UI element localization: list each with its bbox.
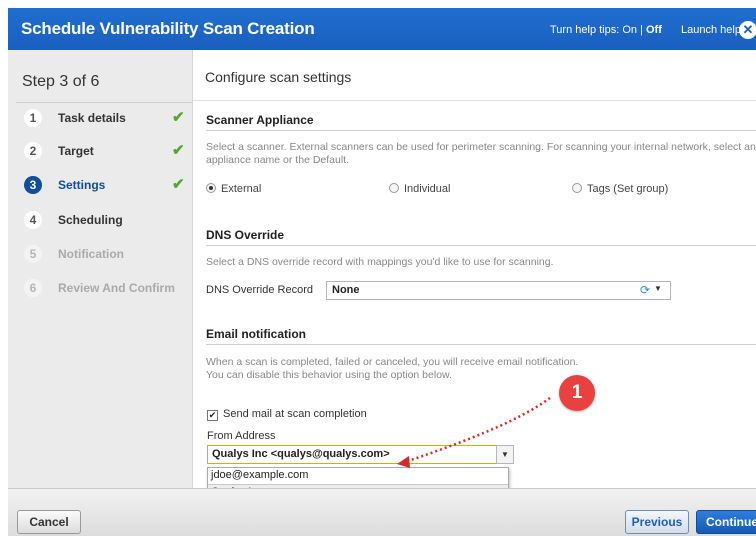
annotation-badge: 1 <box>559 375 595 411</box>
chevron-down-icon[interactable]: ▼ <box>496 445 514 464</box>
wizard-step-scheduling[interactable]: 4 Scheduling <box>8 211 192 245</box>
radio-label[interactable]: Individual <box>404 183 450 195</box>
dialog-footer: Cancel Previous Continue <box>8 488 756 536</box>
email-description-line1: When a scan is completed, failed or canc… <box>206 356 579 368</box>
wizard-step-settings[interactable]: 3 Settings ✔ <box>8 176 192 210</box>
email-notification-heading: Email notification <box>206 327 307 341</box>
help-tips-prefix[interactable]: Turn help tips: On | <box>550 24 646 36</box>
dropdown-option[interactable]: jdoe@example.com <box>208 468 508 483</box>
step-number: 4 <box>24 211 42 229</box>
send-mail-checkbox[interactable]: ✔ Send mail at scan completion <box>207 408 367 421</box>
radio-button[interactable] <box>206 183 216 193</box>
step-label: Review And Confirm <box>58 281 175 295</box>
launch-help-link[interactable]: Launch help <box>681 24 741 36</box>
from-address-select[interactable]: Qualys Inc <qualys@qualys.com> ▼ <box>207 445 514 464</box>
radio-label[interactable]: External <box>221 183 261 195</box>
step-number: 5 <box>24 245 42 263</box>
checkmark-icon: ✔ <box>172 142 185 159</box>
dialog-title: Schedule Vulnerability Scan Creation <box>21 19 315 38</box>
step-label[interactable]: Settings <box>58 178 105 192</box>
section-divider <box>206 344 756 345</box>
title-divider <box>193 100 756 101</box>
help-tips-toggle[interactable]: Turn help tips: On | Off <box>550 24 662 36</box>
close-icon[interactable]: ✕ <box>739 21 756 39</box>
section-divider <box>206 130 756 131</box>
refresh-icon[interactable]: ⟳ <box>640 283 650 297</box>
step-header: Step 3 of 6 <box>22 73 100 90</box>
step-label[interactable]: Scheduling <box>58 213 123 227</box>
page-title: Configure scan settings <box>205 69 352 85</box>
email-description-line2: You can disable this behavior using the … <box>206 369 452 381</box>
section-divider <box>206 245 756 246</box>
radio-individual[interactable]: Individual <box>389 183 450 195</box>
radio-tags-set-group[interactable]: Tags (Set group) <box>572 183 668 195</box>
step-number: 6 <box>24 279 42 297</box>
title-bar: Schedule Vulnerability Scan Creation Tur… <box>8 8 756 50</box>
checkmark-icon: ✔ <box>172 176 185 193</box>
wizard-step-task-details[interactable]: 1 Task details ✔ <box>8 109 192 143</box>
wizard-sidebar: Step 3 of 6 1 Task details ✔ 2 Target ✔ … <box>8 50 193 488</box>
wizard-step-review-and-confirm: 6 Review And Confirm <box>8 279 192 313</box>
radio-button[interactable] <box>389 183 399 193</box>
main-content: Configure scan settings Scanner Applianc… <box>193 50 756 488</box>
from-address-label: From Address <box>207 430 276 442</box>
step-number: 3 <box>24 176 42 194</box>
chevron-down-icon[interactable]: ▼ <box>654 284 664 296</box>
dns-override-heading: DNS Override <box>206 228 285 242</box>
from-selected-value: Qualys Inc <qualys@qualys.com> <box>212 448 390 460</box>
scanner-description: Select a scanner. External scanners can … <box>206 141 756 166</box>
step-divider <box>16 102 192 103</box>
checkbox-label[interactable]: Send mail at scan completion <box>223 408 367 420</box>
step-number: 1 <box>24 109 42 127</box>
wizard-step-target[interactable]: 2 Target ✔ <box>8 142 192 176</box>
checkmark-icon: ✔ <box>172 109 185 126</box>
wizard-step-notification: 5 Notification <box>8 245 192 279</box>
radio-external[interactable]: External <box>206 183 261 195</box>
dns-override-record-label: DNS Override Record <box>206 284 313 296</box>
radio-label[interactable]: Tags (Set group) <box>587 183 668 195</box>
dialog-window: Schedule Vulnerability Scan Creation Tur… <box>0 0 756 536</box>
checkbox-box[interactable]: ✔ <box>207 410 218 421</box>
step-label: Notification <box>58 247 124 261</box>
dns-description: Select a DNS override record with mappin… <box>206 256 554 268</box>
step-label[interactable]: Target <box>58 144 94 158</box>
cancel-button[interactable]: Cancel <box>17 510 81 534</box>
step-number: 2 <box>24 142 42 160</box>
radio-button[interactable] <box>572 183 582 193</box>
scanner-appliance-heading: Scanner Appliance <box>206 113 314 127</box>
dns-override-select[interactable]: None ⟳ ▼ <box>326 281 671 300</box>
step-label[interactable]: Task details <box>58 111 126 125</box>
previous-button[interactable]: Previous <box>625 510 689 534</box>
help-tips-off[interactable]: Off <box>646 24 662 36</box>
continue-button[interactable]: Continue <box>696 510 756 534</box>
dns-selected-value: None <box>332 284 360 296</box>
